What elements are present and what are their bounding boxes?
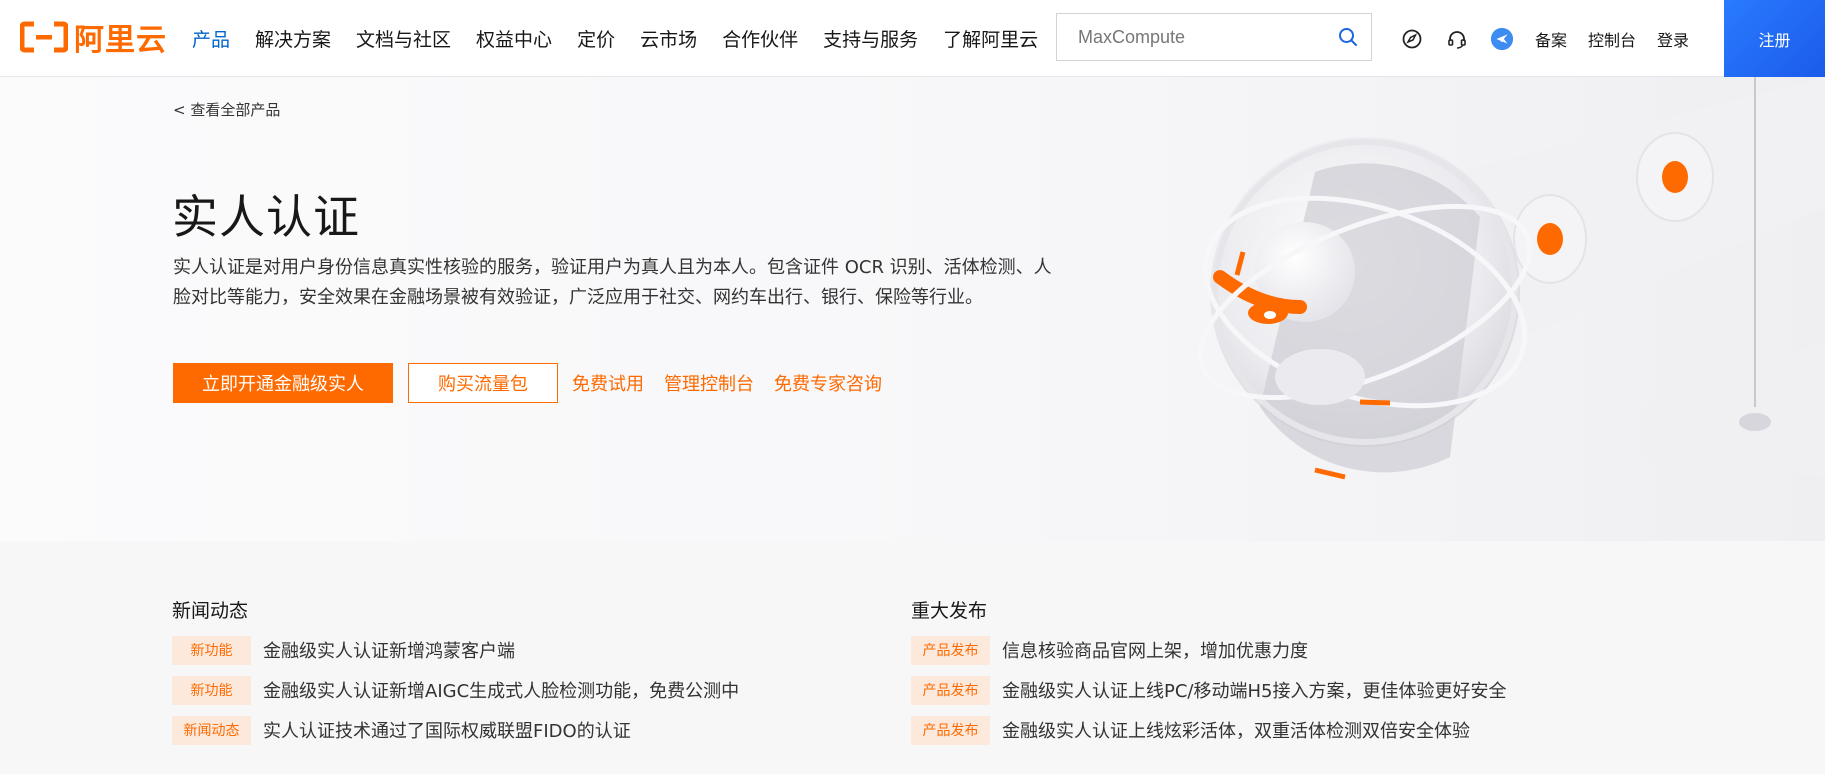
- release-text: 信息核验商品官网上架，增加优惠力度: [1002, 641, 1308, 662]
- register-button[interactable]: 注册: [1724, 0, 1825, 77]
- list-item[interactable]: 新功能 金融级实人认证新增AIGC生成式人脸检测功能，免费公测中: [172, 670, 739, 710]
- aliyun-logo[interactable]: 阿里云: [19, 20, 167, 58]
- page-title: 实人认证: [172, 190, 360, 244]
- news-badge: 新闻动态: [172, 715, 251, 745]
- nav-item-about[interactable]: 了解阿里云: [943, 25, 1038, 52]
- aliyun-logo-mark-icon: [19, 21, 69, 53]
- news-badge: 新功能: [172, 675, 251, 705]
- expert-consult-link[interactable]: 免费专家咨询: [774, 370, 882, 396]
- nav-item-pricing[interactable]: 定价: [577, 25, 615, 52]
- list-item[interactable]: 产品发布 信息核验商品官网上架，增加优惠力度: [911, 630, 1506, 670]
- hero-banner: < 查看全部产品 实人认证 实人认证是对用户身份信息真实性核验的服务，验证用户为…: [0, 77, 1825, 541]
- login-link[interactable]: 登录: [1657, 27, 1689, 51]
- news-text: 金融级实人认证新增AIGC生成式人脸检测功能，免费公测中: [263, 681, 740, 702]
- major-releases-title: 重大发布: [911, 600, 988, 622]
- news-text: 金融级实人认证新增鸿蒙客户端: [263, 641, 515, 662]
- release-badge: 产品发布: [911, 675, 990, 705]
- activate-financial-button[interactable]: 立即开通金融级实人: [173, 363, 393, 403]
- list-item[interactable]: 产品发布 金融级实人认证上线炫彩活体，双重活体检测双倍安全体验: [911, 710, 1506, 750]
- plane-icon[interactable]: [1490, 27, 1514, 51]
- news-section: 新闻动态 新功能 金融级实人认证新增鸿蒙客户端 新功能 金融级实人认证新增AIG…: [0, 541, 1825, 774]
- release-badge: 产品发布: [911, 715, 990, 745]
- search-box: [1056, 13, 1372, 61]
- list-item[interactable]: 新功能 金融级实人认证新增鸿蒙客户端: [172, 630, 739, 670]
- view-all-products-link[interactable]: < 查看全部产品: [173, 99, 280, 120]
- search-icon: [1339, 28, 1357, 46]
- news-updates-title: 新闻动态: [172, 600, 249, 622]
- free-trial-link[interactable]: 免费试用: [572, 370, 644, 396]
- hero-description: 实人认证是对用户身份信息真实性核验的服务，验证用户为真人且为本人。包含证件 OC…: [173, 257, 1052, 308]
- list-item[interactable]: 产品发布 金融级实人认证上线PC/移动端H5接入方案，更佳体验更好安全: [911, 670, 1506, 710]
- nav-item-marketplace[interactable]: 云市场: [640, 25, 697, 52]
- nav-item-products[interactable]: 产品: [192, 25, 230, 52]
- hero-illustration: [1100, 77, 1825, 541]
- main-nav: 产品 解决方案 文档与社区 权益中心 定价 云市场 合作伙伴 支持与服务 了解阿…: [192, 0, 1063, 77]
- headset-icon[interactable]: [1445, 27, 1469, 51]
- release-text: 金融级实人认证上线炫彩活体，双重活体检测双倍安全体验: [1002, 721, 1470, 742]
- manage-console-link[interactable]: 管理控制台: [664, 370, 754, 396]
- news-badge: 新功能: [172, 635, 251, 665]
- nav-item-partners[interactable]: 合作伙伴: [722, 25, 798, 52]
- buy-package-button[interactable]: 购买流量包: [408, 363, 558, 403]
- news-text: 实人认证技术通过了国际权威联盟FIDO的认证: [263, 721, 631, 742]
- console-link[interactable]: 控制台: [1588, 27, 1636, 51]
- nav-item-solutions[interactable]: 解决方案: [255, 25, 331, 52]
- release-badge: 产品发布: [911, 635, 990, 665]
- nav-item-support[interactable]: 支持与服务: [823, 25, 918, 52]
- release-text: 金融级实人认证上线PC/移动端H5接入方案，更佳体验更好安全: [1002, 681, 1507, 702]
- major-releases-column: 重大发布 产品发布 信息核验商品官网上架，增加优惠力度 产品发布 金融级实人认证…: [911, 596, 1506, 750]
- logo-text: 阿里云: [74, 23, 167, 58]
- nav-item-benefits[interactable]: 权益中心: [476, 25, 552, 52]
- hero-actions: 立即开通金融级实人 购买流量包 免费试用 管理控制台 免费专家咨询: [173, 363, 888, 403]
- nav-item-docs-community[interactable]: 文档与社区: [356, 25, 451, 52]
- beian-link[interactable]: 备案: [1535, 27, 1567, 51]
- compass-icon[interactable]: [1400, 27, 1424, 51]
- header-tools: 备案 控制台 登录: [1400, 0, 1710, 77]
- list-item[interactable]: 新闻动态 实人认证技术通过了国际权威联盟FIDO的认证: [172, 710, 739, 750]
- top-navbar: 阿里云 产品 解决方案 文档与社区 权益中心 定价 云市场 合作伙伴 支持与服务…: [0, 0, 1825, 77]
- search-button[interactable]: [1325, 14, 1371, 60]
- search-input[interactable]: [1057, 14, 1325, 60]
- news-updates-column: 新闻动态 新功能 金融级实人认证新增鸿蒙客户端 新功能 金融级实人认证新增AIG…: [172, 596, 739, 750]
